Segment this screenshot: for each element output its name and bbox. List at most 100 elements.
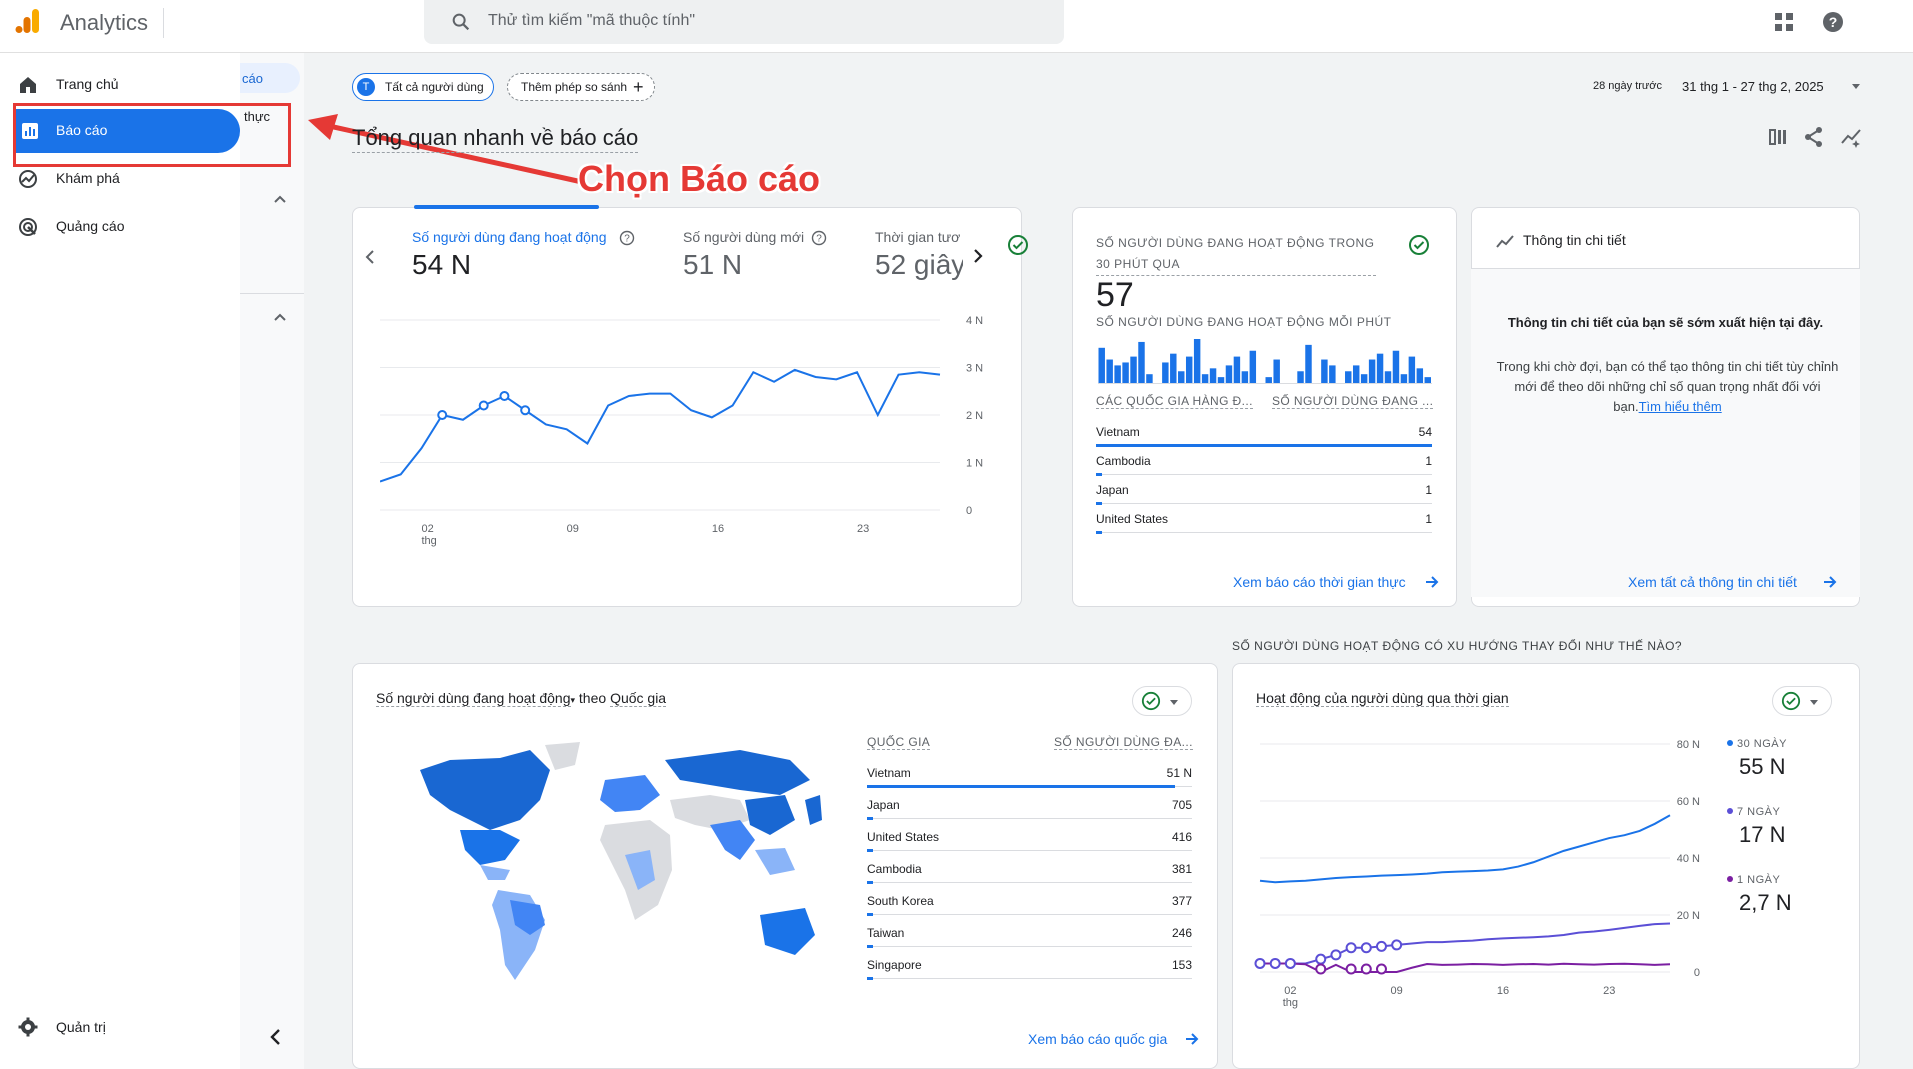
data-point — [1269, 957, 1281, 969]
ads-icon — [19, 218, 37, 236]
table-cell-users: 1 — [1425, 454, 1432, 468]
date-range-selector[interactable]: 31 thg 1 - 27 thg 2, 2025 — [1682, 79, 1824, 94]
bar — [1130, 356, 1137, 383]
row-divider — [867, 946, 1192, 947]
help-circle-icon[interactable]: ? — [811, 230, 827, 246]
metric-tab-new-users[interactable]: Số người dùng mới — [683, 229, 804, 245]
arrow-right-icon[interactable] — [1822, 574, 1838, 590]
add-comparison-label: Thêm phép so sánh — [521, 80, 628, 94]
bar — [1368, 359, 1376, 383]
trend-section-heading: SỐ NGƯỜI DÙNG HOẠT ĐỘNG CÓ XU HƯỚNG THAY… — [1232, 639, 1683, 653]
bar — [1249, 350, 1257, 383]
table-cell-country: Cambodia — [867, 862, 922, 876]
title-by: theo — [578, 690, 607, 706]
x-tick-label: 09 — [567, 523, 579, 535]
check-circle-icon[interactable] — [1408, 234, 1430, 256]
table-header-users[interactable]: SỐ NGƯỜI DÙNG ĐANG ... — [1272, 394, 1434, 409]
table-cell-country: Taiwan — [867, 926, 905, 940]
table-cell-users: 1 — [1425, 483, 1432, 497]
app-title: Analytics — [60, 10, 149, 35]
bar — [1162, 362, 1169, 383]
help-circle-icon[interactable]: ? — [619, 230, 635, 246]
table-header-country[interactable]: QUỐC GIA — [867, 735, 931, 750]
metric-tab-active-users[interactable]: Số người dùng đang hoạt động — [412, 229, 607, 245]
data-point — [478, 400, 489, 411]
data-point — [1315, 953, 1327, 965]
status-dropdown[interactable] — [1772, 686, 1832, 716]
table-cell-users: 1 — [1425, 512, 1432, 526]
data-point — [1375, 940, 1387, 952]
bar — [1305, 344, 1312, 383]
data-point — [1315, 963, 1327, 975]
bar — [1138, 341, 1145, 383]
bar — [1146, 374, 1153, 383]
bar — [1360, 374, 1368, 383]
date-prefix: 28 ngày trước — [1593, 80, 1662, 92]
audience-label: Tất cả người dùng — [385, 80, 484, 94]
legend-label-30d: 30 NGÀY — [1727, 738, 1787, 750]
search-input[interactable]: Thử tìm kiếm "mã thuộc tính" — [488, 12, 695, 30]
help-icon[interactable]: ? — [1822, 11, 1844, 33]
bar — [1106, 359, 1113, 383]
table-cell-country: South Korea — [867, 894, 934, 908]
user-activity-line-chart: 80 N 60 N 40 N 20 N 0 02 09 16 23 thg — [1254, 739, 1700, 1009]
metric-selector[interactable]: Số người dùng đang hoạt động — [376, 690, 571, 707]
x-tick-label: 23 — [1603, 985, 1615, 997]
highlight-box — [13, 103, 291, 167]
annotation-label: Chọn Báo cáo — [578, 158, 821, 199]
row-divider — [867, 882, 1192, 883]
x-tick-sub-label: thg — [421, 535, 436, 547]
insights-heading: Thông tin chi tiết của bạn sẽ sớm xuất h… — [1507, 315, 1824, 330]
sidebar-item-admin[interactable]: Quản trị — [0, 1005, 240, 1049]
realtime-report-link[interactable]: Xem báo cáo thời gian thực — [1233, 574, 1406, 590]
table-header-country[interactable]: CÁC QUỐC GIA HÀNG Đ... — [1096, 394, 1253, 409]
metric-tab-engagement[interactable]: Thời gian tươ 52 giây — [875, 225, 963, 285]
learn-more-link[interactable]: Tìm hiểu thêm — [1639, 399, 1722, 414]
dimension-selector[interactable]: Quốc gia — [610, 690, 667, 707]
insights-icon[interactable] — [1840, 126, 1862, 148]
insights-icon — [1496, 235, 1514, 248]
legend-label-7d: 7 NGÀY — [1727, 806, 1780, 818]
table-cell-users: 246 — [1171, 926, 1192, 940]
subpanel-item-label[interactable]: cáo — [242, 71, 263, 86]
bar — [1297, 371, 1304, 383]
check-circle-icon[interactable] — [1007, 234, 1029, 256]
chevron-right-icon[interactable] — [969, 247, 987, 265]
caret-down-icon[interactable] — [1850, 80, 1862, 92]
sidebar-item-ads[interactable]: Quảng cáo — [0, 205, 240, 249]
x-tick-label: 16 — [712, 523, 724, 535]
search-bar[interactable]: Thử tìm kiếm "mã thuộc tính" — [424, 0, 1064, 44]
annotation-arrow — [308, 114, 583, 185]
analytics-logo-icon[interactable] — [14, 7, 42, 35]
gear-icon — [18, 1017, 38, 1037]
caret-down-icon[interactable]: ▾ — [571, 695, 576, 705]
table-cell-users: 51 N — [1166, 766, 1192, 780]
table-header-users[interactable]: SỐ NGƯỜI DÙNG ĐA... — [1054, 735, 1193, 750]
compare-columns-icon[interactable] — [1767, 126, 1789, 148]
sidebar-item-label: Quản trị — [56, 1019, 106, 1035]
country-report-link[interactable]: Xem báo cáo quốc gia — [1028, 1031, 1167, 1047]
chevron-up-icon[interactable] — [272, 309, 288, 325]
chevron-up-icon[interactable] — [272, 191, 288, 207]
arrow-right-icon[interactable] — [1184, 1031, 1200, 1047]
row-share-bar — [1096, 502, 1102, 505]
audience-chip[interactable]: T Tất cả người dùng — [352, 73, 494, 101]
collapse-chevron-icon[interactable] — [266, 1027, 286, 1047]
apps-grid-icon[interactable] — [1774, 12, 1794, 32]
share-icon[interactable] — [1803, 126, 1825, 148]
bar — [1217, 377, 1225, 383]
sidebar-item-home[interactable]: Trang chủ — [0, 63, 240, 107]
arrow-right-icon[interactable] — [1424, 574, 1440, 590]
all-insights-link[interactable]: Xem tất cả thông tin chi tiết — [1628, 574, 1797, 590]
row-share-bar — [867, 849, 873, 852]
add-comparison-button[interactable]: Thêm phép so sánh + — [507, 73, 655, 101]
chevron-left-icon[interactable] — [361, 248, 379, 266]
y-tick-label: 40 N — [1677, 853, 1700, 865]
bar — [1225, 365, 1233, 383]
status-dropdown[interactable] — [1132, 686, 1192, 716]
y-tick-label: 60 N — [1677, 796, 1700, 808]
y-tick-label: 2 N — [966, 410, 983, 422]
legend-label-text: 30 NGÀY — [1737, 738, 1787, 750]
bar — [1170, 353, 1177, 383]
table-cell-country: United States — [867, 830, 940, 844]
